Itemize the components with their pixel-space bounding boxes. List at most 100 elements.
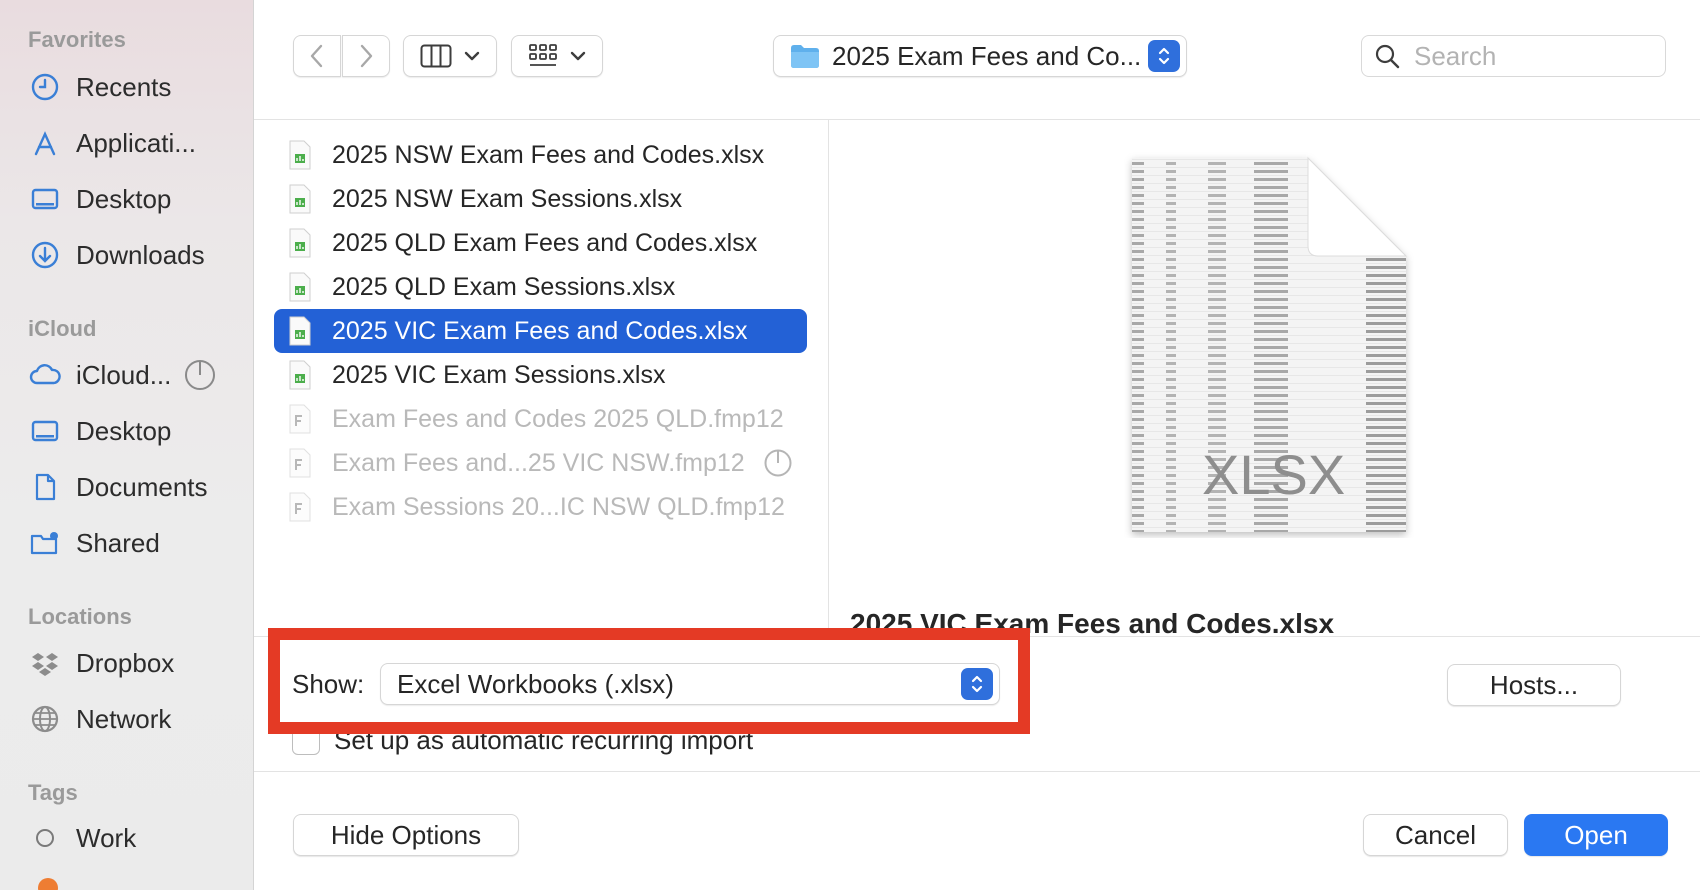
tag-orange-dot [38,878,58,890]
preview-pane: XLSX 2025 VIC Exam Fees and Codes.xlsx [830,120,1700,636]
file-name: Exam Fees and Codes 2025 QLD.fmp12 [332,404,784,433]
filemaker-file-icon [288,448,312,478]
file-row-disabled: Exam Sessions 20...IC NSW QLD.fmp12 [274,485,807,529]
popup-stepper-icon [1148,40,1180,72]
sidebar-item-applications[interactable]: Applicati... [28,121,248,165]
columns-view-icon [420,44,452,68]
file-name: 2025 QLD Exam Sessions.xlsx [332,272,676,301]
spreadsheet-preview-thumbnail: XLSX [1124,152,1414,538]
location-label: 2025 Exam Fees and Co... [832,40,1142,71]
hide-options-button[interactable]: Hide Options [293,814,519,856]
hosts-button[interactable]: Hosts... [1447,664,1621,706]
file-name: 2025 NSW Exam Sessions.xlsx [332,184,683,213]
sidebar-item-label: Documents [76,471,208,502]
file-type-value: Excel Workbooks (.xlsx) [397,668,674,699]
recurring-import-checkbox[interactable] [292,727,320,755]
folder-icon [790,43,820,69]
bottom-bar: Hide Options Cancel Open [254,772,1700,890]
sidebar-item-downloads[interactable]: Downloads [28,233,248,277]
xlsx-file-icon [288,360,312,390]
file-row[interactable]: 2025 QLD Exam Sessions.xlsx [274,265,807,309]
xlsx-label: XLSX [1202,443,1346,506]
xlsx-file-icon [288,140,312,170]
file-row[interactable]: 2025 VIC Exam Sessions.xlsx [274,353,807,397]
sidebar-item-icloud-desktop[interactable]: Desktop [28,409,248,453]
chevron-down-icon [464,50,480,62]
open-button[interactable]: Open [1524,814,1668,856]
xlsx-file-icon [288,184,312,214]
toolbar: 2025 Exam Fees and Co... [254,0,1700,120]
file-row-selected[interactable]: 2025 VIC Exam Fees and Codes.xlsx [274,309,807,353]
sidebar: Favorites Recents Applicati... Desktop D… [0,0,254,890]
file-row[interactable]: 2025 QLD Exam Fees and Codes.xlsx [274,221,807,265]
xlsx-file-icon [288,228,312,258]
location-popup[interactable]: 2025 Exam Fees and Co... [773,35,1187,77]
search-input[interactable] [1414,40,1654,72]
search-field[interactable] [1361,35,1666,77]
file-name: 2025 NSW Exam Fees and Codes.xlsx [332,140,765,169]
options-panel: Show: Excel Workbooks (.xlsx) Set up as … [254,636,1700,772]
back-button[interactable] [293,35,341,77]
sidebar-item-icloud-drive[interactable]: iCloud... [28,353,248,397]
sidebar-item-dropbox[interactable]: Dropbox [28,641,248,685]
show-label: Show: [292,669,365,699]
view-mode-button[interactable] [403,35,497,77]
file-row[interactable]: 2025 NSW Exam Sessions.xlsx [274,177,807,221]
sidebar-heading-locations: Locations [28,604,132,629]
filemaker-file-icon [288,404,312,434]
dropbox-icon [28,646,62,680]
file-name: Exam Fees and...25 VIC NSW.fmp12 [332,448,745,477]
cloud-icon [28,358,62,392]
preview-filename: 2025 VIC Exam Fees and Codes.xlsx [850,608,1335,636]
file-row-disabled: Exam Fees and...25 VIC NSW.fmp12 [274,441,807,485]
download-progress-icon [763,448,793,478]
chevron-down-icon [570,50,586,62]
document-icon [28,470,62,504]
file-row-disabled: Exam Fees and Codes 2025 QLD.fmp12 [274,397,807,441]
file-list: 2025 NSW Exam Fees and Codes.xlsx 2025 N… [254,120,829,636]
file-type-popup[interactable]: Excel Workbooks (.xlsx) [380,663,1000,705]
sidebar-item-tag-work[interactable]: Work [28,816,248,860]
chevron-left-icon [308,43,326,69]
sidebar-item-label: Work [76,822,137,853]
grid-icon [528,43,558,69]
sidebar-item-label: Downloads [76,239,205,270]
chevron-right-icon [357,43,375,69]
sidebar-heading-icloud: iCloud [28,316,97,341]
tag-circle-icon [28,821,62,855]
sidebar-item-label: Shared [76,527,160,558]
file-name: 2025 VIC Exam Sessions.xlsx [332,360,666,389]
sidebar-item-label: iCloud... [76,359,172,390]
sidebar-item-shared[interactable]: Shared [28,521,248,565]
sidebar-item-label: Dropbox [76,647,175,678]
sidebar-item-label: Desktop [76,183,172,214]
sync-progress-icon [183,358,217,392]
desktop-icon [28,182,62,216]
sidebar-heading-tags: Tags [28,780,78,805]
applications-icon [28,126,62,160]
sidebar-item-desktop[interactable]: Desktop [28,177,248,221]
sidebar-item-label: Applicati... [76,127,196,158]
sidebar-heading-favorites: Favorites [28,27,126,52]
group-by-button[interactable] [511,35,603,77]
sidebar-item-network[interactable]: Network [28,697,248,741]
xlsx-file-icon [288,316,312,346]
popup-stepper-icon [961,668,993,700]
download-icon [28,238,62,272]
recurring-import-label: Set up as automatic recurring import [334,725,754,755]
file-row[interactable]: 2025 NSW Exam Fees and Codes.xlsx [274,133,807,177]
sidebar-item-label: Recents [76,71,172,102]
sidebar-item-label: Network [76,703,172,734]
globe-icon [28,702,62,736]
file-name: 2025 QLD Exam Fees and Codes.xlsx [332,228,758,257]
search-icon [1374,43,1400,69]
xlsx-file-icon [288,272,312,302]
shared-folder-icon [28,526,62,560]
cancel-button[interactable]: Cancel [1363,814,1508,856]
sidebar-item-recents[interactable]: Recents [28,65,248,109]
desktop-icon [28,414,62,448]
file-name: 2025 VIC Exam Fees and Codes.xlsx [332,316,748,345]
sidebar-item-label: Desktop [76,415,172,446]
sidebar-item-documents[interactable]: Documents [28,465,248,509]
forward-button[interactable] [342,35,390,77]
